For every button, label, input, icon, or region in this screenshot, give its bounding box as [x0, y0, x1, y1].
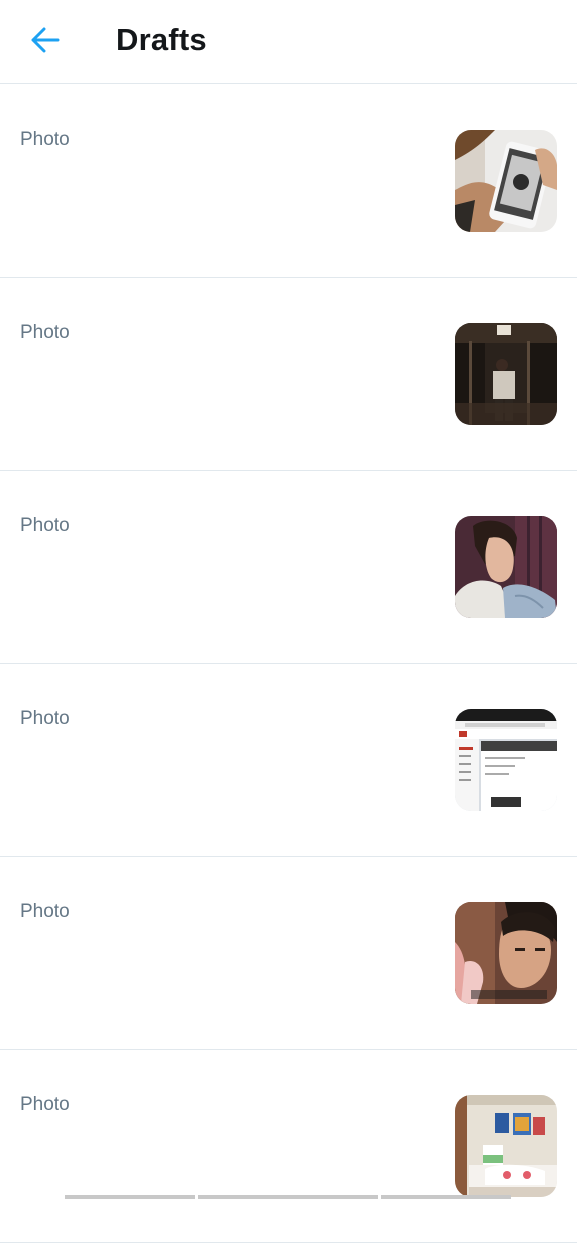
scroll-segment [198, 1195, 378, 1199]
draft-item[interactable]: Photo [0, 471, 577, 664]
draft-item-label: Photo [20, 1094, 70, 1115]
draft-thumbnail[interactable] [455, 902, 557, 1004]
draft-item-label: Photo [20, 708, 70, 729]
scroll-segment [381, 1195, 511, 1199]
draft-item[interactable]: Photo [0, 664, 577, 857]
arrow-left-icon [31, 27, 60, 53]
draft-item-label: Photo [20, 322, 70, 343]
scroll-segment [65, 1195, 195, 1199]
drafts-list: Photo Photo Photo Photo Photo Photo [0, 85, 577, 1243]
draft-item-label: Photo [20, 129, 70, 150]
draft-thumbnail[interactable] [455, 516, 557, 618]
draft-item[interactable]: Photo [0, 278, 577, 471]
draft-thumbnail[interactable] [455, 130, 557, 232]
draft-item[interactable]: Photo [0, 85, 577, 278]
back-button[interactable] [22, 20, 68, 60]
draft-item[interactable]: Photo [0, 857, 577, 1050]
draft-thumbnail[interactable] [455, 709, 557, 811]
draft-thumbnail[interactable] [455, 323, 557, 425]
draft-item-label: Photo [20, 901, 70, 922]
draft-item[interactable]: Photo [0, 1050, 577, 1243]
page-title: Drafts [116, 22, 207, 57]
app-header: Drafts [0, 0, 577, 84]
draft-thumbnail[interactable] [455, 1095, 557, 1197]
bottom-scroll-indicator [0, 1195, 577, 1200]
draft-item-label: Photo [20, 515, 70, 536]
